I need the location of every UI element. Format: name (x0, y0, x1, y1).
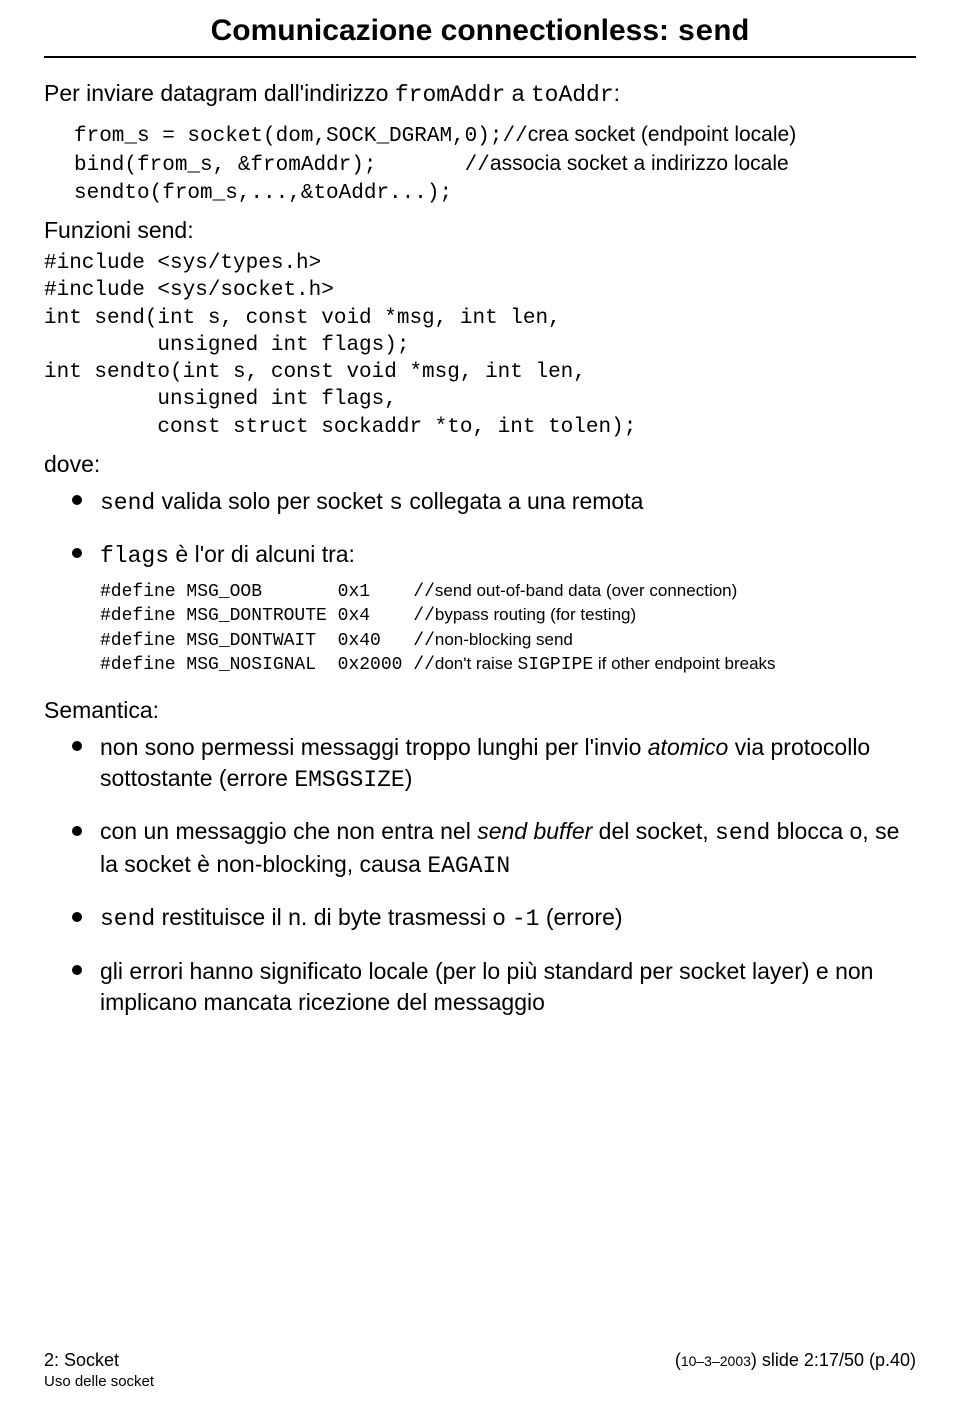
comment-slash: // (413, 606, 435, 626)
defines-block: #define MSG_OOB 0x1 //send out-of-band d… (100, 580, 916, 677)
comment-text: associa socket a indirizzo locale (490, 152, 789, 175)
text: collegata a una remota (403, 488, 643, 514)
label-semantica: Semantica: (44, 697, 916, 724)
label-dove: dove: (44, 451, 916, 478)
title-text: Comunicazione connectionless: (211, 14, 678, 47)
code-block-prototypes: #include <sys/types.h> #include <sys/soc… (44, 250, 916, 441)
comment-text: bypass routing (for testing) (435, 605, 636, 624)
text: restituisce il n. di byte trasmessi o (155, 904, 512, 930)
text: è l'or di alcuni tra: (169, 541, 355, 567)
text: valida solo per socket (155, 488, 389, 514)
mono-send: send (100, 490, 155, 516)
intro-mono-fromaddr: fromAddr (395, 82, 505, 108)
comment-text: if other endpoint breaks (593, 654, 775, 673)
define-line: #define MSG_OOB 0x1 (100, 582, 413, 602)
list-item: send restituisce il n. di byte trasmessi… (72, 902, 916, 935)
bullet-list-semantica: non sono permessi messaggi troppo lunghi… (72, 732, 916, 1017)
code-line: bind(from_s, &fromAddr); (74, 154, 465, 177)
list-item: flags è l'or di alcuni tra: #define MSG_… (72, 539, 916, 677)
text: con un messaggio che non entra nel (100, 818, 477, 844)
list-item: non sono permessi messaggi troppo lunghi… (72, 732, 916, 796)
title-rule (44, 56, 916, 58)
code-block-setup: from_s = socket(dom,SOCK_DGRAM,0);//crea… (74, 121, 916, 207)
code-line: sendto(from_s,...,&toAddr...); (74, 182, 452, 205)
footer-right: (10–3–2003) slide 2:17/50 (p.40) (675, 1350, 916, 1371)
slide-page: Comunicazione connectionless: send Per i… (0, 0, 960, 1406)
comment-text: crea socket (endpoint locale) (528, 123, 796, 146)
list-item: con un messaggio che non entra nel send … (72, 816, 916, 882)
footer-slide: slide 2:17/50 (p.40) (762, 1350, 916, 1370)
italic-atomico: atomico (648, 734, 729, 760)
text: del socket, (592, 818, 715, 844)
footer-left: 2: Socket (44, 1350, 119, 1371)
comment-slash: // (465, 154, 490, 177)
comment-text: send out-of-band data (over connection) (435, 581, 737, 600)
mono-neg1: -1 (512, 906, 540, 932)
comment-slash: // (413, 655, 435, 675)
mono-eagain: EAGAIN (427, 853, 510, 879)
intro-text: a (505, 80, 531, 106)
text: non sono permessi messaggi troppo lunghi… (100, 734, 648, 760)
mono-send: send (715, 820, 770, 846)
intro-paragraph: Per inviare datagram dall'indirizzo from… (44, 78, 916, 111)
mono-flags: flags (100, 543, 169, 569)
slide-title: Comunicazione connectionless: send (44, 14, 916, 50)
list-item: send valida solo per socket s collegata … (72, 486, 916, 519)
label-funzioni: Funzioni send: (44, 217, 916, 244)
bullet-list-dove: send valida solo per socket s collegata … (72, 486, 916, 677)
comment-text: non-blocking send (435, 630, 573, 649)
text: (errore) (539, 904, 622, 930)
footer-date: 10–3–2003 (681, 1353, 751, 1369)
mono-sigpipe: SIGPIPE (518, 655, 594, 675)
comment-slash: // (502, 125, 527, 148)
mono-s: s (389, 490, 403, 516)
comment-slash: // (413, 582, 435, 602)
intro-mono-toaddr: toAddr (531, 82, 614, 108)
define-line: #define MSG_NOSIGNAL 0x2000 (100, 655, 413, 675)
define-line: #define MSG_DONTROUTE 0x4 (100, 606, 413, 626)
intro-text: : (614, 80, 620, 106)
text: gli errori hanno significato locale (per… (100, 958, 873, 1015)
footer: 2: Socket (10–3–2003) slide 2:17/50 (p.4… (44, 1350, 916, 1390)
mono-send: send (100, 906, 155, 932)
define-line: #define MSG_DONTWAIT 0x40 (100, 631, 413, 651)
footer-sub: Uso delle socket (44, 1371, 916, 1390)
comment-slash: // (413, 631, 435, 651)
text: ) (405, 765, 413, 791)
intro-text: Per inviare datagram dall'indirizzo (44, 80, 395, 106)
code-line: from_s = socket(dom,SOCK_DGRAM,0); (74, 125, 502, 148)
title-mono: send (677, 16, 749, 50)
list-item: gli errori hanno significato locale (per… (72, 956, 916, 1018)
italic-sendbuffer: send buffer (477, 818, 592, 844)
mono-emsgsize: EMSGSIZE (294, 767, 404, 793)
comment-text: don't raise (435, 654, 518, 673)
